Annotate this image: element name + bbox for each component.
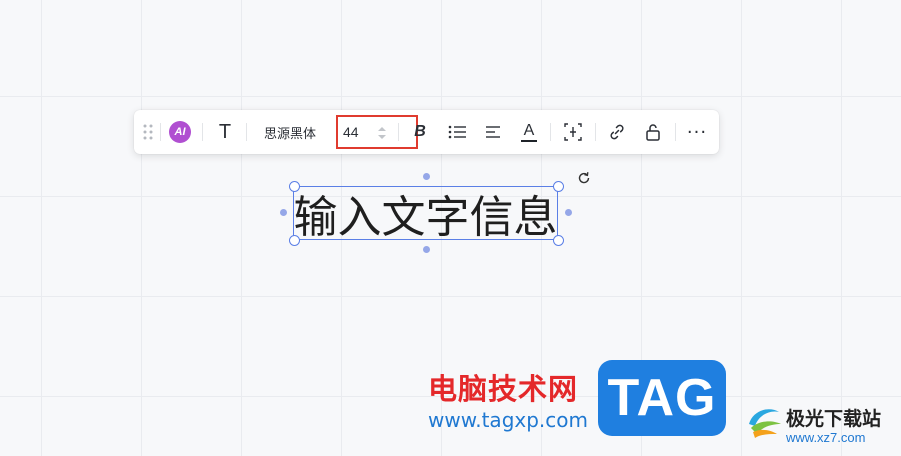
link-icon[interactable] — [606, 110, 628, 154]
text-tool-icon[interactable]: T — [214, 110, 236, 154]
font-color-bar — [521, 139, 537, 142]
toolbar-divider — [595, 123, 596, 141]
rotate-icon[interactable] — [576, 170, 592, 186]
connector-dot-top[interactable] — [423, 173, 430, 180]
resize-handle-bottom-right[interactable] — [553, 235, 564, 246]
font-size-value: 44 — [343, 124, 359, 140]
toolbar-divider — [675, 123, 676, 141]
resize-handle-bottom-left[interactable] — [289, 235, 300, 246]
aurora-logo-icon — [749, 409, 781, 438]
tag-logo: TAG — [598, 360, 726, 436]
toolbar-divider — [246, 123, 247, 141]
frame-icon[interactable] — [562, 110, 584, 154]
connector-dot-left[interactable] — [280, 209, 287, 216]
align-icon[interactable] — [482, 110, 504, 154]
bold-icon[interactable]: B — [410, 110, 430, 154]
toolbar-divider — [202, 123, 203, 141]
text-format-toolbar: AI T 思源黑体 44 B A ··· — [134, 110, 719, 154]
watermark-site-url: www.xz7.com — [786, 430, 866, 445]
watermark-url: www.tagxp.com — [428, 408, 588, 432]
resize-handle-top-right[interactable] — [553, 181, 564, 192]
ai-button[interactable]: AI — [168, 110, 192, 154]
stepper-icon[interactable] — [376, 124, 388, 142]
text-element[interactable]: 输入文字信息 — [293, 186, 558, 243]
toolbar-divider — [160, 123, 161, 141]
watermark-site-name: 极光下载站 — [786, 408, 882, 430]
more-icon[interactable]: ··· — [685, 110, 709, 154]
ai-badge: AI — [169, 121, 191, 143]
text-content[interactable]: 输入文字信息 — [294, 181, 558, 245]
lock-icon[interactable] — [642, 110, 664, 154]
font-size-input[interactable]: 44 — [336, 115, 418, 149]
list-icon[interactable] — [446, 110, 468, 154]
font-color-letter: A — [523, 121, 535, 139]
font-color-icon[interactable]: A — [518, 110, 540, 154]
drag-handle-icon[interactable] — [140, 110, 156, 154]
connector-dot-bottom[interactable] — [423, 246, 430, 253]
toolbar-divider — [398, 123, 399, 141]
font-family-select[interactable]: 思源黑体 — [258, 110, 322, 154]
connector-dot-right[interactable] — [565, 209, 572, 216]
watermark-site-title: 电脑技术网 — [428, 372, 579, 406]
toolbar-divider — [550, 123, 551, 141]
resize-handle-top-left[interactable] — [289, 181, 300, 192]
